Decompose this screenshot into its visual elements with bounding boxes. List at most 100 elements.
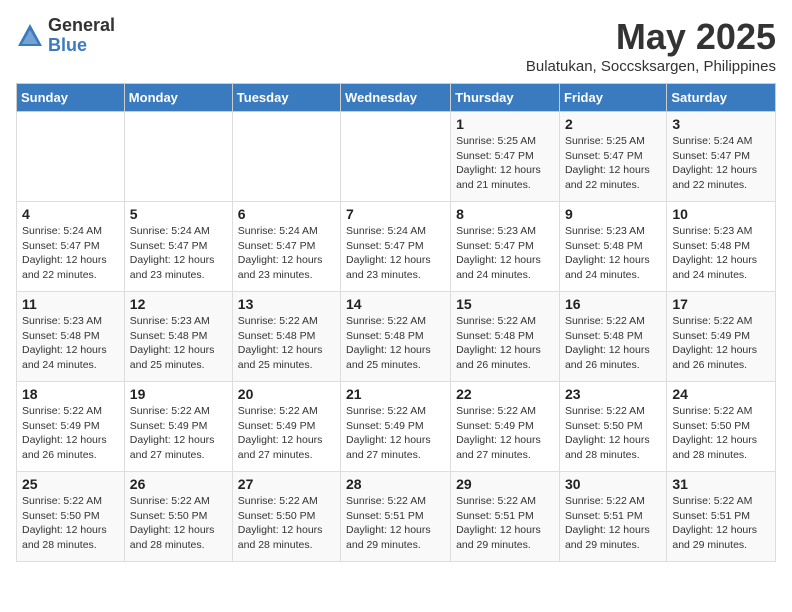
calendar-cell: 3 Sunrise: 5:24 AMSunset: 5:47 PMDaylight… xyxy=(667,112,776,202)
day-number: 26 xyxy=(130,476,227,492)
calendar-cell: 13Sunrise: 5:22 AMSunset: 5:48 PMDayligh… xyxy=(232,292,340,382)
header-day-monday: Monday xyxy=(124,84,232,112)
day-number: 5 xyxy=(130,206,227,222)
day-number: 3 xyxy=(672,116,770,132)
day-info: Sunrise: 5:22 AMSunset: 5:49 PMDaylight:… xyxy=(456,404,554,463)
calendar-cell: 19Sunrise: 5:22 AMSunset: 5:49 PMDayligh… xyxy=(124,382,232,472)
week-row-3: 11 Sunrise: 5:23 AMSunset: 5:48 PMDayligh… xyxy=(17,292,776,382)
calendar-cell: 9Sunrise: 5:23 AMSunset: 5:48 PMDaylight… xyxy=(559,202,666,292)
header-row: SundayMondayTuesdayWednesdayThursdayFrid… xyxy=(17,84,776,112)
day-info: Sunrise: 5:22 AMSunset: 5:50 PMDaylight:… xyxy=(672,404,770,463)
calendar-cell: 4Sunrise: 5:24 AMSunset: 5:47 PMDaylight… xyxy=(17,202,125,292)
day-number: 1 xyxy=(456,116,554,132)
day-info: Sunrise: 5:22 AMSunset: 5:50 PMDaylight:… xyxy=(238,494,335,553)
calendar-cell: 20 Sunrise: 5:22 AMSunset: 5:49 PMDayligh… xyxy=(232,382,340,472)
day-number: 25 xyxy=(22,476,119,492)
logo: General Blue xyxy=(16,16,115,56)
calendar-cell xyxy=(17,112,125,202)
logo-text: General Blue xyxy=(48,16,115,56)
day-number: 24 xyxy=(672,386,770,402)
day-info: Sunrise: 5:25 AMSunset: 5:47 PMDaylight:… xyxy=(456,134,554,193)
calendar-cell: 14Sunrise: 5:22 AMSunset: 5:48 PMDayligh… xyxy=(341,292,451,382)
calendar-cell: 18 Sunrise: 5:22 AMSunset: 5:49 PMDayligh… xyxy=(17,382,125,472)
header-day-friday: Friday xyxy=(559,84,666,112)
calendar-cell: 1 Sunrise: 5:25 AMSunset: 5:47 PMDaylight… xyxy=(451,112,560,202)
calendar-body: 1 Sunrise: 5:25 AMSunset: 5:47 PMDaylight… xyxy=(17,112,776,562)
calendar-cell: 23Sunrise: 5:22 AMSunset: 5:50 PMDayligh… xyxy=(559,382,666,472)
logo-general: General xyxy=(48,16,115,36)
day-number: 10 xyxy=(672,206,770,222)
day-number: 27 xyxy=(238,476,335,492)
page-header: General Blue May 2025 Bulatukan, Soccsks… xyxy=(16,16,776,75)
day-info: Sunrise: 5:23 AMSunset: 5:47 PMDaylight:… xyxy=(456,224,554,283)
header-day-tuesday: Tuesday xyxy=(232,84,340,112)
header-day-wednesday: Wednesday xyxy=(341,84,451,112)
calendar-header: SundayMondayTuesdayWednesdayThursdayFrid… xyxy=(17,84,776,112)
calendar-cell: 16 Sunrise: 5:22 AMSunset: 5:48 PMDayligh… xyxy=(559,292,666,382)
day-info: Sunrise: 5:22 AMSunset: 5:51 PMDaylight:… xyxy=(565,494,661,553)
day-info: Sunrise: 5:22 AMSunset: 5:51 PMDaylight:… xyxy=(346,494,445,553)
title-block: May 2025 Bulatukan, Soccsksargen, Philip… xyxy=(526,16,776,75)
day-number: 28 xyxy=(346,476,445,492)
day-info: Sunrise: 5:22 AMSunset: 5:48 PMDaylight:… xyxy=(346,314,445,373)
calendar-cell xyxy=(124,112,232,202)
day-number: 12 xyxy=(130,296,227,312)
day-info: Sunrise: 5:22 AMSunset: 5:48 PMDaylight:… xyxy=(456,314,554,373)
calendar-cell: 8 Sunrise: 5:23 AMSunset: 5:47 PMDaylight… xyxy=(451,202,560,292)
day-info: Sunrise: 5:22 AMSunset: 5:49 PMDaylight:… xyxy=(346,404,445,463)
day-number: 21 xyxy=(346,386,445,402)
day-number: 16 xyxy=(565,296,661,312)
day-number: 31 xyxy=(672,476,770,492)
calendar-cell xyxy=(341,112,451,202)
day-number: 20 xyxy=(238,386,335,402)
day-number: 29 xyxy=(456,476,554,492)
day-number: 19 xyxy=(130,386,227,402)
calendar-cell: 10 Sunrise: 5:23 AMSunset: 5:48 PMDayligh… xyxy=(667,202,776,292)
month-title: May 2025 xyxy=(526,16,776,58)
calendar-cell: 5 Sunrise: 5:24 AMSunset: 5:47 PMDaylight… xyxy=(124,202,232,292)
day-number: 17 xyxy=(672,296,770,312)
day-info: Sunrise: 5:24 AMSunset: 5:47 PMDaylight:… xyxy=(672,134,770,193)
day-number: 18 xyxy=(22,386,119,402)
calendar-cell: 11 Sunrise: 5:23 AMSunset: 5:48 PMDayligh… xyxy=(17,292,125,382)
day-info: Sunrise: 5:22 AMSunset: 5:51 PMDaylight:… xyxy=(672,494,770,553)
calendar-cell: 17 Sunrise: 5:22 AMSunset: 5:49 PMDayligh… xyxy=(667,292,776,382)
day-number: 6 xyxy=(238,206,335,222)
calendar-cell: 30 Sunrise: 5:22 AMSunset: 5:51 PMDayligh… xyxy=(559,472,666,562)
day-number: 7 xyxy=(346,206,445,222)
week-row-4: 18 Sunrise: 5:22 AMSunset: 5:49 PMDayligh… xyxy=(17,382,776,472)
day-info: Sunrise: 5:22 AMSunset: 5:51 PMDaylight:… xyxy=(456,494,554,553)
day-info: Sunrise: 5:22 AMSunset: 5:49 PMDaylight:… xyxy=(22,404,119,463)
calendar-cell: 15 Sunrise: 5:22 AMSunset: 5:48 PMDayligh… xyxy=(451,292,560,382)
week-row-1: 1 Sunrise: 5:25 AMSunset: 5:47 PMDaylight… xyxy=(17,112,776,202)
header-day-sunday: Sunday xyxy=(17,84,125,112)
calendar-cell: 12Sunrise: 5:23 AMSunset: 5:48 PMDayligh… xyxy=(124,292,232,382)
calendar-cell: 31 Sunrise: 5:22 AMSunset: 5:51 PMDayligh… xyxy=(667,472,776,562)
calendar-cell: 26 Sunrise: 5:22 AMSunset: 5:50 PMDayligh… xyxy=(124,472,232,562)
header-day-saturday: Saturday xyxy=(667,84,776,112)
calendar-cell: 2Sunrise: 5:25 AMSunset: 5:47 PMDaylight… xyxy=(559,112,666,202)
calendar-cell: 6Sunrise: 5:24 AMSunset: 5:47 PMDaylight… xyxy=(232,202,340,292)
calendar-cell: 28 Sunrise: 5:22 AMSunset: 5:51 PMDayligh… xyxy=(341,472,451,562)
day-number: 11 xyxy=(22,296,119,312)
calendar-cell: 25Sunrise: 5:22 AMSunset: 5:50 PMDayligh… xyxy=(17,472,125,562)
day-number: 15 xyxy=(456,296,554,312)
day-info: Sunrise: 5:22 AMSunset: 5:48 PMDaylight:… xyxy=(565,314,661,373)
day-info: Sunrise: 5:23 AMSunset: 5:48 PMDaylight:… xyxy=(22,314,119,373)
day-number: 8 xyxy=(456,206,554,222)
day-info: Sunrise: 5:24 AMSunset: 5:47 PMDaylight:… xyxy=(22,224,119,283)
day-info: Sunrise: 5:22 AMSunset: 5:49 PMDaylight:… xyxy=(238,404,335,463)
calendar-cell: 7Sunrise: 5:24 AMSunset: 5:47 PMDaylight… xyxy=(341,202,451,292)
logo-icon xyxy=(16,22,44,50)
day-number: 30 xyxy=(565,476,661,492)
calendar-cell: 27 Sunrise: 5:22 AMSunset: 5:50 PMDayligh… xyxy=(232,472,340,562)
day-number: 2 xyxy=(565,116,661,132)
day-number: 9 xyxy=(565,206,661,222)
day-info: Sunrise: 5:24 AMSunset: 5:47 PMDaylight:… xyxy=(130,224,227,283)
day-number: 13 xyxy=(238,296,335,312)
calendar-cell xyxy=(232,112,340,202)
week-row-2: 4Sunrise: 5:24 AMSunset: 5:47 PMDaylight… xyxy=(17,202,776,292)
day-info: Sunrise: 5:22 AMSunset: 5:50 PMDaylight:… xyxy=(130,494,227,553)
day-info: Sunrise: 5:23 AMSunset: 5:48 PMDaylight:… xyxy=(672,224,770,283)
day-info: Sunrise: 5:22 AMSunset: 5:49 PMDaylight:… xyxy=(672,314,770,373)
